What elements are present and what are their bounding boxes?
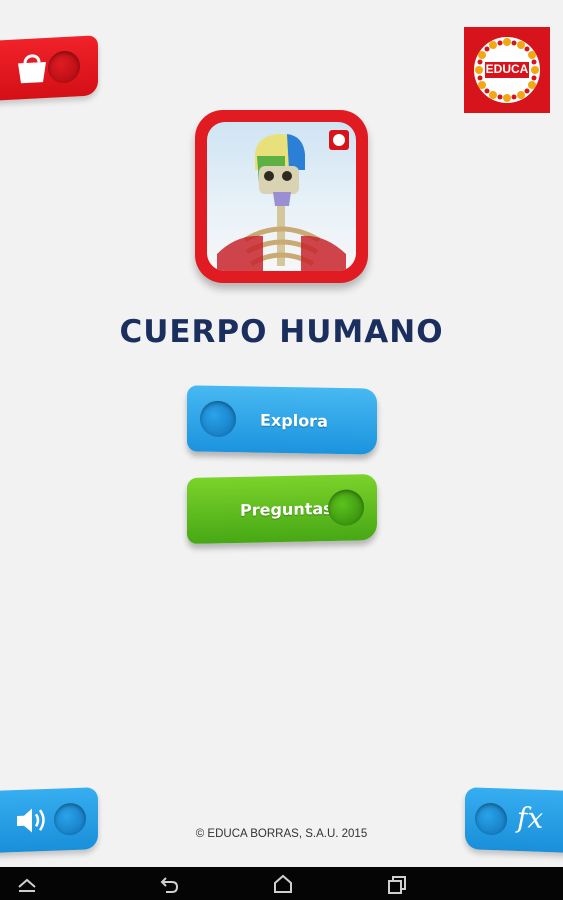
shop-button[interactable] — [0, 35, 98, 101]
system-nav-bar — [0, 867, 563, 900]
shop-knob — [48, 50, 80, 84]
educa-logo: EDUCA — [464, 27, 550, 113]
back-icon[interactable] — [158, 873, 180, 895]
explore-button[interactable]: Explora — [187, 385, 377, 455]
questions-button-label: Preguntas — [240, 498, 333, 520]
explore-button-label: Explora — [260, 410, 328, 431]
copyright-text: © EDUCA BORRAS, S.A.U. 2015 — [195, 828, 368, 840]
questions-knob — [328, 489, 364, 527]
fx-toggle-button[interactable]: fx — [465, 787, 563, 853]
questions-button[interactable]: Preguntas — [187, 474, 377, 544]
skeleton-illustration — [207, 122, 356, 271]
skeleton-icon — [217, 130, 349, 271]
app-icon — [195, 110, 368, 283]
shopping-bag-icon — [18, 54, 46, 84]
home-chevron-icon[interactable] — [16, 873, 38, 895]
home-icon[interactable] — [272, 873, 294, 895]
explore-knob — [200, 400, 236, 438]
educa-logo-text: EDUCA — [485, 62, 529, 76]
page-title: CUERPO HUMANO — [119, 314, 444, 350]
recent-apps-icon[interactable] — [386, 873, 408, 895]
sound-toggle-button[interactable] — [0, 787, 98, 853]
